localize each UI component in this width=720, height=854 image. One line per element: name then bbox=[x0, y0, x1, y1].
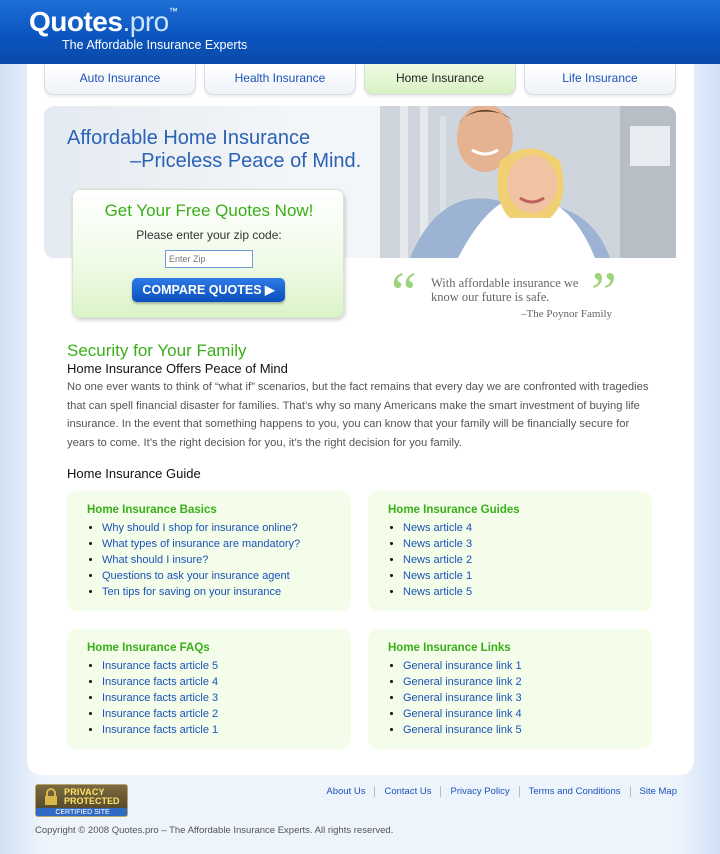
list-item: Questions to ask your insurance agent bbox=[102, 568, 300, 584]
guide-link[interactable]: Insurance facts article 3 bbox=[102, 692, 218, 704]
guide-link[interactable]: General insurance link 3 bbox=[403, 692, 522, 704]
footer-link-sitemap[interactable]: Site Map bbox=[629, 786, 687, 797]
testimonial-author: –The Poynor Family bbox=[521, 308, 613, 320]
guide-box-guides: Home Insurance Guides News article 4 New… bbox=[368, 491, 652, 611]
guide-link[interactable]: General insurance link 5 bbox=[403, 724, 522, 736]
tagline: The Affordable Insurance Experts bbox=[62, 38, 248, 52]
lock-icon bbox=[45, 788, 57, 805]
badge-text-3: CERTIFIED SITE bbox=[36, 808, 127, 816]
guide-title: Home Insurance Guide bbox=[67, 466, 201, 481]
guide-link[interactable]: Questions to ask your insurance agent bbox=[102, 570, 290, 582]
section-title: Security for Your Family bbox=[67, 341, 247, 360]
family-photo bbox=[380, 106, 676, 258]
footer-link-privacy[interactable]: Privacy Policy bbox=[440, 786, 518, 797]
footer-link-about[interactable]: About Us bbox=[317, 786, 374, 797]
list-item: General insurance link 4 bbox=[403, 706, 522, 722]
list-item: News article 5 bbox=[403, 584, 472, 600]
guide-link[interactable]: Why should I shop for insurance online? bbox=[102, 522, 298, 534]
guide-link[interactable]: General insurance link 2 bbox=[403, 676, 522, 688]
list-item: General insurance link 1 bbox=[403, 658, 522, 674]
guide-box-faqs: Home Insurance FAQs Insurance facts arti… bbox=[67, 629, 351, 749]
tab-health-insurance[interactable]: Health Insurance bbox=[204, 64, 356, 95]
hero-title: Affordable Home Insurance bbox=[67, 127, 311, 149]
guide-box-title: Home Insurance FAQs bbox=[87, 642, 210, 654]
guide-link[interactable]: Insurance facts article 1 bbox=[102, 724, 218, 736]
tab-life-insurance[interactable]: Life Insurance bbox=[524, 64, 676, 95]
guide-box-title: Home Insurance Links bbox=[388, 642, 511, 654]
guide-link[interactable]: Insurance facts article 4 bbox=[102, 676, 218, 688]
section-body: No one ever wants to think of “what if” … bbox=[67, 381, 649, 449]
badge-text-2: PROTECTED bbox=[64, 796, 120, 806]
privacy-badge[interactable]: PRIVACY PROTECTED CERTIFIED SITE bbox=[35, 784, 128, 817]
footer-link-contact[interactable]: Contact Us bbox=[374, 786, 440, 797]
list-item: Insurance facts article 5 bbox=[102, 658, 218, 674]
compare-quotes-button[interactable]: COMPARE QUOTES ▶ bbox=[132, 278, 285, 302]
quote-form: Get Your Free Quotes Now! Please enter y… bbox=[72, 189, 344, 318]
list-item: Insurance facts article 4 bbox=[102, 674, 218, 690]
footer-nav: About Us Contact Us Privacy Policy Terms… bbox=[317, 786, 686, 797]
hero-subtitle: –Priceless Peace of Mind. bbox=[130, 150, 362, 172]
logo[interactable]: Quotes.pro™ bbox=[29, 6, 178, 38]
guide-box-title: Home Insurance Guides bbox=[388, 504, 520, 516]
tab-home-insurance[interactable]: Home Insurance bbox=[364, 64, 516, 95]
list-item: Ten tips for saving on your insurance bbox=[102, 584, 300, 600]
list-item: News article 3 bbox=[403, 536, 472, 552]
list-item: General insurance link 3 bbox=[403, 690, 522, 706]
list-item: Insurance facts article 1 bbox=[102, 722, 218, 738]
testimonial-text: With affordable insurance we know our fu… bbox=[431, 276, 579, 304]
list-item: General insurance link 2 bbox=[403, 674, 522, 690]
guide-link[interactable]: News article 2 bbox=[403, 554, 472, 566]
guide-link[interactable]: General insurance link 4 bbox=[403, 708, 522, 720]
tab-auto-insurance[interactable]: Auto Insurance bbox=[44, 64, 196, 95]
zip-input[interactable] bbox=[165, 250, 253, 268]
list-item: News article 4 bbox=[403, 520, 472, 536]
list-item: News article 1 bbox=[403, 568, 472, 584]
copyright: Copyright © 2008 Quotes.pro – The Afford… bbox=[35, 825, 394, 836]
play-arrow-icon: ▶ bbox=[265, 283, 275, 297]
quote-form-title: Get Your Free Quotes Now! bbox=[104, 201, 314, 220]
list-item: Insurance facts article 2 bbox=[102, 706, 218, 722]
section-subtitle: Home Insurance Offers Peace of Mind bbox=[67, 361, 288, 376]
guide-link[interactable]: Ten tips for saving on your insurance bbox=[102, 586, 281, 598]
guide-link[interactable]: News article 5 bbox=[403, 586, 472, 598]
open-quote-icon: “ bbox=[391, 260, 417, 325]
guide-link[interactable]: Insurance facts article 2 bbox=[102, 708, 218, 720]
guide-link[interactable]: Insurance facts article 5 bbox=[102, 660, 218, 672]
list-item: Why should I shop for insurance online? bbox=[102, 520, 300, 536]
guide-box-basics: Home Insurance Basics Why should I shop … bbox=[67, 491, 351, 611]
guide-link[interactable]: What should I insure? bbox=[102, 554, 208, 566]
list-item: What should I insure? bbox=[102, 552, 300, 568]
list-item: News article 2 bbox=[403, 552, 472, 568]
guide-box-links: Home Insurance Links General insurance l… bbox=[368, 629, 652, 749]
list-item: What types of insurance are mandatory? bbox=[102, 536, 300, 552]
footer-link-terms[interactable]: Terms and Conditions bbox=[518, 786, 630, 797]
site-header: Quotes.pro™ The Affordable Insurance Exp… bbox=[0, 0, 720, 64]
list-item: General insurance link 5 bbox=[403, 722, 522, 738]
zip-prompt: Please enter your zip code: bbox=[136, 228, 282, 242]
guide-link[interactable]: News article 1 bbox=[403, 570, 472, 582]
compare-quotes-label: COMPARE QUOTES bbox=[142, 283, 262, 297]
guide-box-title: Home Insurance Basics bbox=[87, 504, 217, 516]
guide-link[interactable]: What types of insurance are mandatory? bbox=[102, 538, 300, 550]
guide-link[interactable]: News article 4 bbox=[403, 522, 472, 534]
guide-link[interactable]: News article 3 bbox=[403, 538, 472, 550]
guide-link[interactable]: General insurance link 1 bbox=[403, 660, 522, 672]
list-item: Insurance facts article 3 bbox=[102, 690, 218, 706]
